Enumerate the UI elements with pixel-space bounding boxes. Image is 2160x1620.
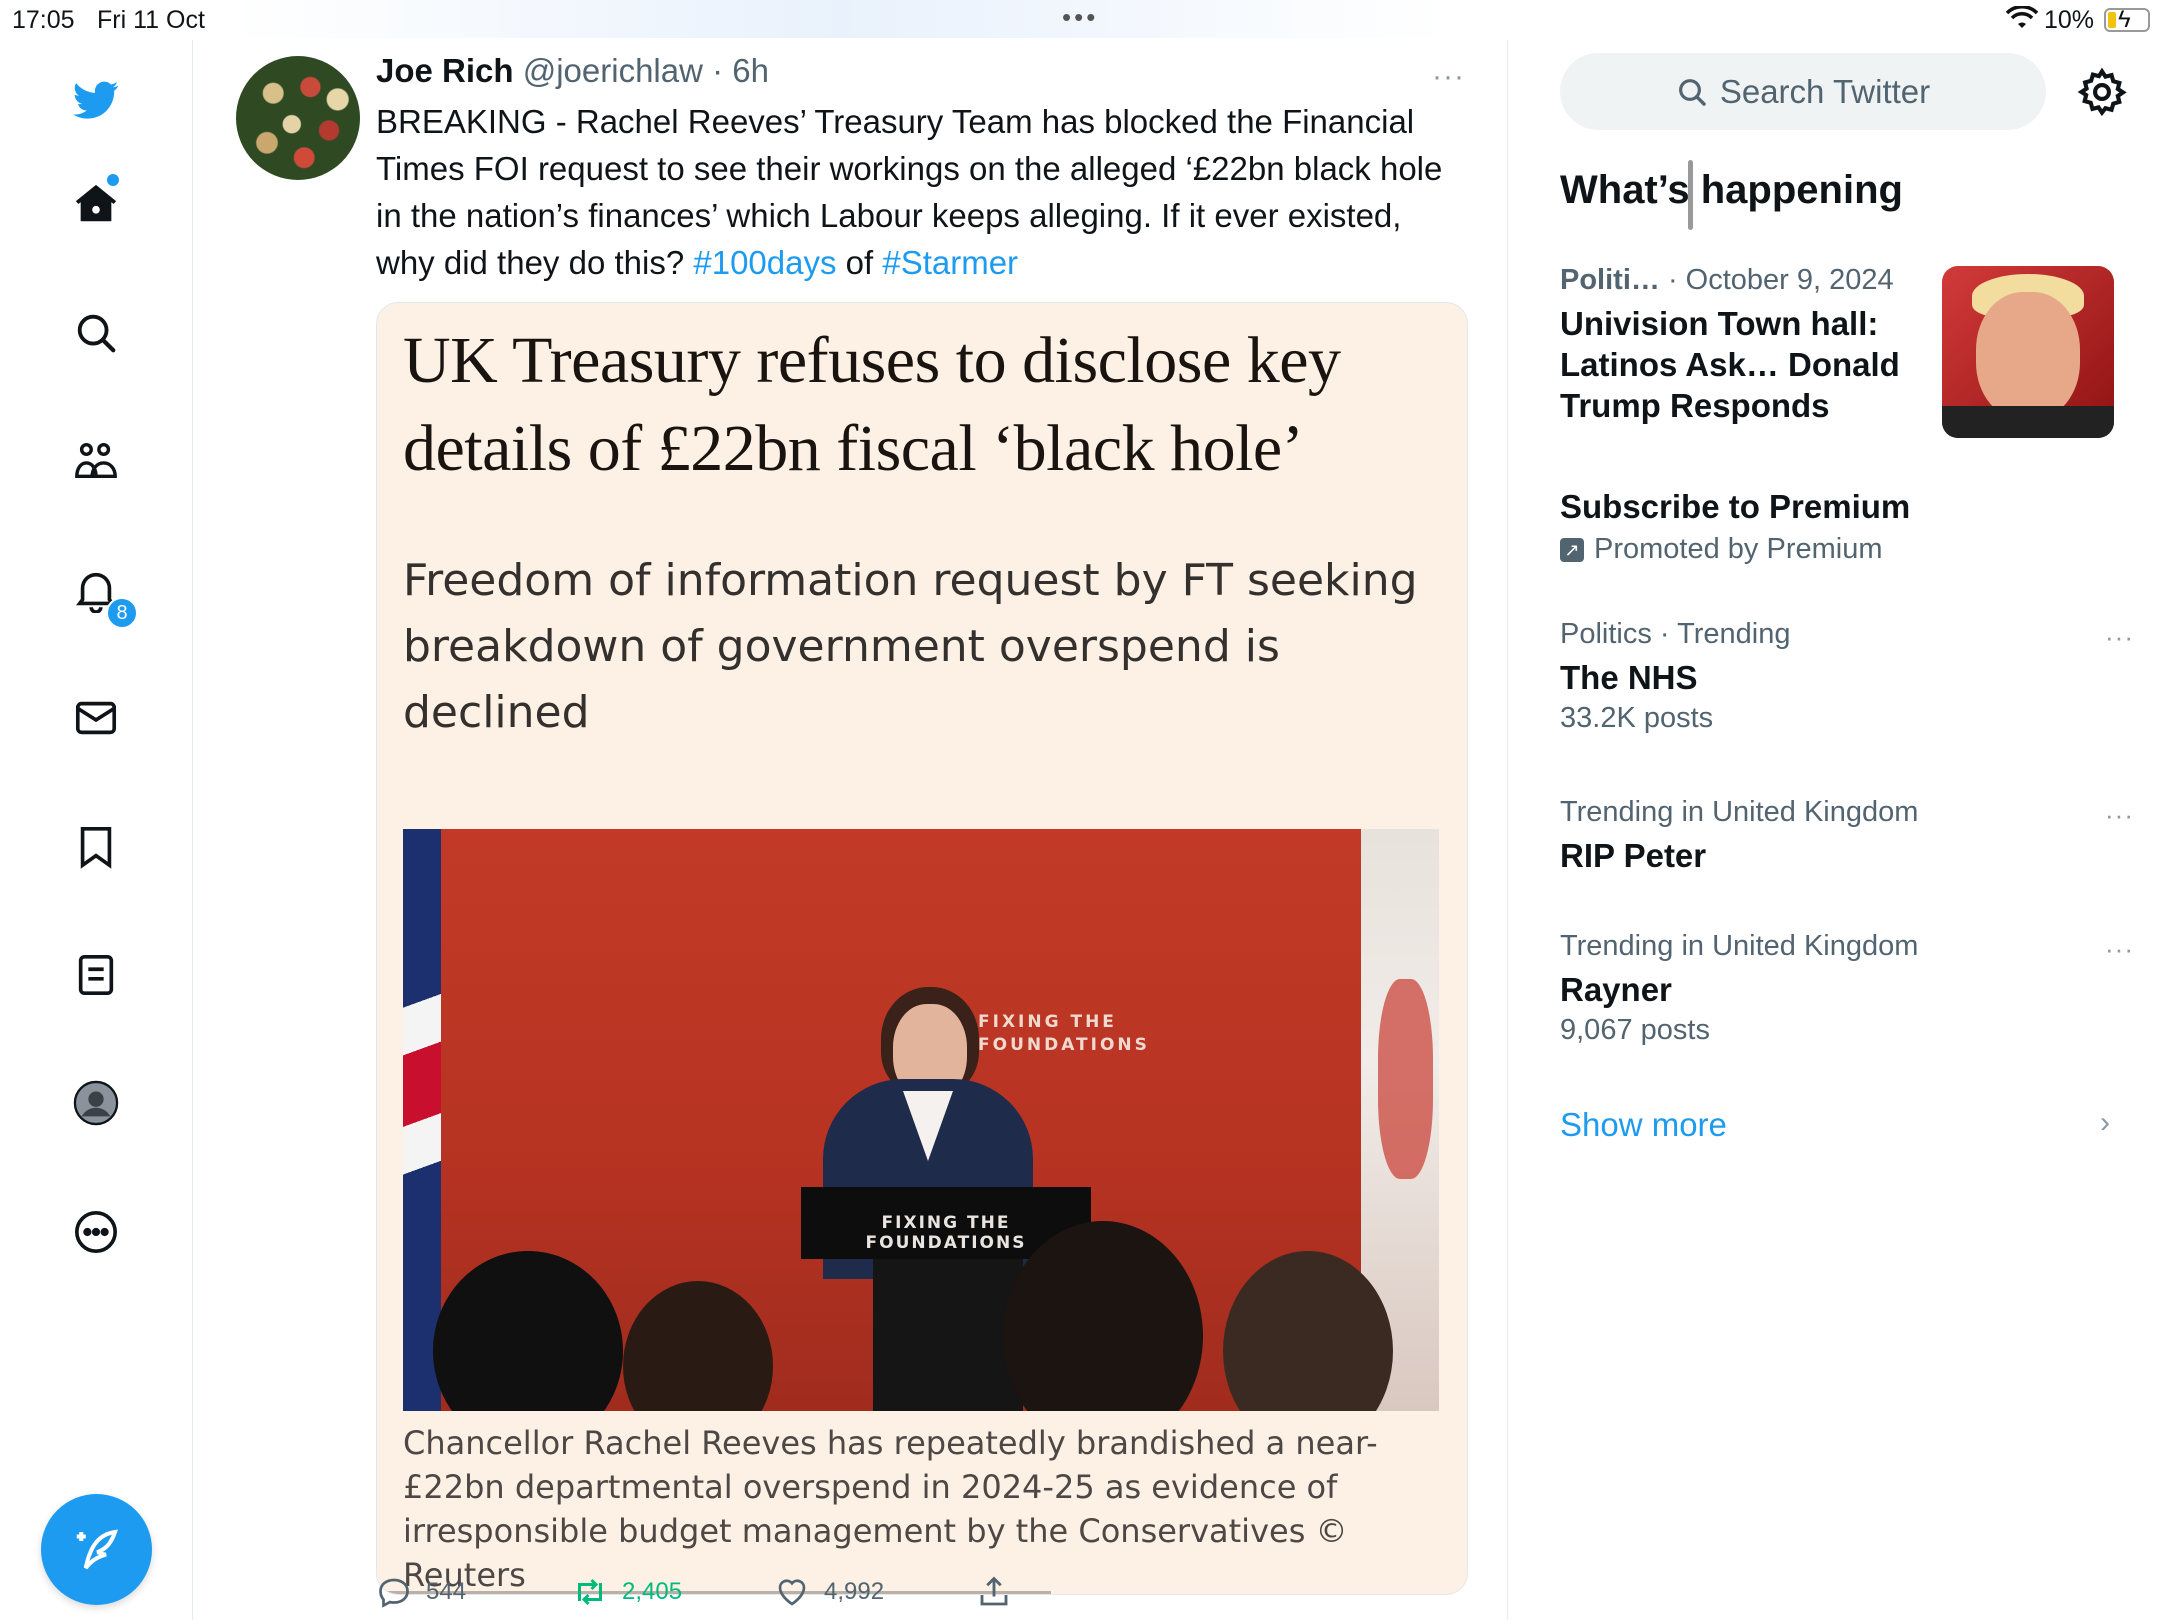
hashtag-link[interactable]: #100days xyxy=(693,244,836,281)
news-date: · October 9, 2024 xyxy=(1667,264,1894,296)
retweet-button[interactable]: 2,405 xyxy=(572,1574,682,1610)
timeline[interactable]: Joe Rich @joerichlaw · 6h ··· BREAKING -… xyxy=(194,40,1693,1620)
tweet-author-handle[interactable]: @joerichlaw xyxy=(523,52,703,89)
left-navigation: 8 xyxy=(0,40,193,1620)
multitasking-handle[interactable]: ••• xyxy=(1062,2,1098,33)
tweet-image-card[interactable]: UK Treasury refuses to disclose key deta… xyxy=(376,302,1468,1595)
like-button[interactable]: 4,992 xyxy=(774,1574,884,1610)
messages-icon[interactable] xyxy=(66,688,126,748)
audience-head xyxy=(623,1281,773,1411)
whats-happening-title: What’s happening xyxy=(1560,168,1903,212)
tweet-timestamp[interactable]: 6h xyxy=(732,52,769,89)
article-standfirst: Freedom of information request by FT see… xyxy=(403,555,1418,738)
retweet-count: 2,405 xyxy=(622,1578,683,1605)
trend-more-button[interactable]: ··· xyxy=(2105,622,2134,653)
share-icon xyxy=(980,1576,1008,1606)
reply-icon xyxy=(379,1578,409,1608)
twitter-logo-icon[interactable] xyxy=(66,70,126,130)
status-bar: 17:05 Fri 11 Oct ••• 10% ϟ xyxy=(0,0,2160,40)
news-item[interactable]: Politi… · October 9, 2024 Univision Town… xyxy=(1560,264,1930,426)
trend-title: RIP Peter xyxy=(1560,837,1707,874)
audience-head xyxy=(433,1251,623,1411)
search-icon[interactable] xyxy=(66,303,126,363)
tweet-conjunction: of xyxy=(836,244,883,281)
reply-button[interactable]: 544 xyxy=(376,1574,466,1610)
trend-meta: Trending in United Kingdom xyxy=(1560,930,1919,962)
trend-item[interactable]: Trending in United Kingdom RIP Peter ··· xyxy=(1560,796,2133,876)
article-headline: UK Treasury refuses to disclose key deta… xyxy=(403,324,1341,485)
news-category: Politi… xyxy=(1560,264,1660,296)
reply-count: 544 xyxy=(426,1578,467,1605)
right-sidebar: Search Twitter What’s happening Politi… … xyxy=(1510,40,2160,1620)
backdrop-slogan: FIXING THE FOUNDATIONS xyxy=(978,1012,1150,1055)
tweet-author-avatar[interactable] xyxy=(236,56,360,180)
battery-percent: 10% xyxy=(2044,6,2095,34)
search-icon xyxy=(1678,78,1706,106)
tweet-meta-separator: · xyxy=(702,52,733,89)
wifi-icon xyxy=(2006,6,2038,28)
news-thumbnail[interactable] xyxy=(1942,266,2114,438)
search-box[interactable]: Search Twitter xyxy=(1560,53,2046,130)
trend-more-button[interactable]: ··· xyxy=(2105,934,2134,965)
promoted-by: Promoted by Premium xyxy=(1594,533,1883,565)
status-bar-highlight xyxy=(230,0,1450,38)
battery-icon: ϟ xyxy=(2104,6,2150,33)
heart-icon xyxy=(778,1579,806,1606)
date: Fri 11 Oct xyxy=(97,6,205,34)
trend-count: 9,067 posts xyxy=(1560,1014,1710,1046)
notifications-badge: 8 xyxy=(106,597,138,629)
promoted-item[interactable]: Subscribe to Premium ↗ Promoted by Premiu… xyxy=(1560,486,2120,566)
search-placeholder: Search Twitter xyxy=(1719,72,1931,110)
lists-icon[interactable] xyxy=(66,945,126,1005)
union-flag xyxy=(403,829,441,1411)
trend-title: The NHS xyxy=(1560,659,1698,696)
compose-feather-icon xyxy=(76,1529,118,1569)
chevron-right-icon: › xyxy=(2100,1106,2110,1139)
compose-tweet-button[interactable] xyxy=(41,1494,152,1605)
trend-meta: Trending in United Kingdom xyxy=(1560,796,1919,828)
trend-item[interactable]: Politics · Trending The NHS 33.2K posts … xyxy=(1560,618,2133,735)
podium-stand xyxy=(873,1259,1023,1411)
trend-count: 33.2K posts xyxy=(1560,702,1714,734)
trend-title: Rayner xyxy=(1560,971,1672,1008)
tweet-header: Joe Rich @joerichlaw · 6h xyxy=(376,52,769,90)
tweet-more-button[interactable]: ··· xyxy=(1432,60,1465,94)
trend-item[interactable]: Trending in United Kingdom Rayner 9,067 … xyxy=(1560,930,2133,1047)
show-more-link[interactable]: Show more xyxy=(1560,1106,1727,1144)
share-button[interactable] xyxy=(976,1574,1012,1610)
profile-icon[interactable] xyxy=(66,1073,126,1133)
gear-icon[interactable] xyxy=(2076,66,2128,118)
home-unread-dot xyxy=(107,174,119,186)
article-photo: FIXING THE FOUNDATIONS FIXING THE FOUNDA… xyxy=(403,829,1439,1411)
bookmarks-icon[interactable] xyxy=(66,817,126,877)
tweet-text: BREAKING - Rachel Reeves’ Treasury Team … xyxy=(376,98,1446,286)
more-icon[interactable] xyxy=(66,1202,126,1262)
news-title: Univision Town hall: Latinos Ask… Donald… xyxy=(1560,305,1900,424)
like-count: 4,992 xyxy=(824,1578,885,1605)
tweet-author-name[interactable]: Joe Rich xyxy=(376,52,514,89)
hashtag-link[interactable]: #Starmer xyxy=(882,244,1018,281)
communities-icon[interactable] xyxy=(66,431,126,491)
retweet-icon xyxy=(578,1578,602,1606)
promo-title: Subscribe to Premium xyxy=(1560,488,1911,525)
photo-caption: Chancellor Rachel Reeves has repeatedly … xyxy=(403,1424,1378,1594)
trend-meta: Politics · Trending xyxy=(1560,618,1791,650)
tweet-actions: 544 2,405 4,992 xyxy=(376,1574,1476,1618)
treasury-flag-crest xyxy=(1378,979,1433,1179)
trend-more-button[interactable]: ··· xyxy=(2105,800,2134,831)
promoted-icon: ↗ xyxy=(1560,538,1584,563)
clock: 17:05 xyxy=(12,6,75,34)
